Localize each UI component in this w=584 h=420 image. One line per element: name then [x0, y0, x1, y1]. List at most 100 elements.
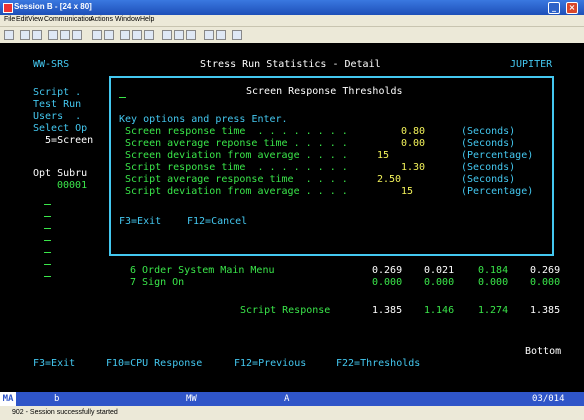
total-value-3: 1.274 — [478, 305, 509, 316]
field-value-script-avg[interactable]: 2.50 — [377, 174, 401, 186]
menu-actions[interactable]: Actions — [90, 16, 113, 23]
field-label-screen-response: Screen response time . . . . . . . . — [125, 126, 348, 137]
opt-header: Opt Subru — [33, 168, 88, 179]
field-value-screen-avg[interactable]: 0.00 — [401, 138, 425, 150]
field-unit-screen-deviation: (Percentage) — [461, 150, 534, 161]
status-bar: b MW A 03/014 — [0, 392, 584, 406]
menu-window[interactable]: Window — [115, 16, 140, 23]
field-unit-script-deviation: (Percentage) — [461, 186, 534, 197]
minimize-button[interactable]: _ — [548, 2, 560, 14]
row-value-1-order-system: 0.269 — [372, 265, 403, 276]
toolbar-icon-11[interactable] — [144, 30, 154, 40]
field-value-screen-deviation[interactable]: 15 — [377, 150, 389, 162]
menu-edit[interactable]: Edit — [16, 16, 28, 23]
field-label-script-deviation: Script deviation from average . . . . — [125, 186, 348, 197]
dialog-input-cursor[interactable] — [119, 97, 126, 98]
thresholds-dialog: Screen Response Thresholds Key options a… — [109, 76, 554, 256]
field-value-screen-response[interactable]: 0.80 — [401, 126, 425, 138]
footer-status: 902 - Session successfully started — [0, 406, 584, 420]
menu-communication[interactable]: Communication — [44, 16, 93, 23]
total-value-1: 1.385 — [372, 305, 403, 316]
field-label-script-response: Script response time . . . . . . . . — [125, 162, 348, 173]
field-label-screen-avg: Screen average reponse time . . . . . — [125, 138, 348, 149]
left-label-users: Users . — [33, 111, 82, 122]
footer-message: 902 - Session successfully started — [12, 409, 118, 416]
window-title: Session B - [24 x 80] — [14, 2, 92, 11]
total-value-2: 1.146 — [424, 305, 455, 316]
field-unit-screen-avg: (Seconds) — [461, 138, 516, 149]
left-label-select-op: Select Op — [33, 123, 88, 134]
row-value-2-order-system: 0.021 — [424, 265, 455, 276]
fkey-exit[interactable]: F3=Exit — [33, 358, 75, 370]
status-cursor-position: 03/014 — [532, 394, 565, 404]
option-input-2[interactable] — [44, 216, 51, 217]
toolbar-icon-2[interactable] — [20, 30, 30, 40]
dialog-cancel-key[interactable]: F12=Cancel — [187, 216, 247, 228]
row-value-4-sign-on: 0.000 — [530, 277, 561, 288]
toolbar-icon-5[interactable] — [60, 30, 70, 40]
total-label: Script Response — [240, 305, 331, 316]
opt-value: 00001 — [57, 180, 88, 191]
toolbar — [0, 27, 584, 44]
row-value-2-sign-on: 0.000 — [424, 277, 455, 288]
toolbar-icon-3[interactable] — [32, 30, 42, 40]
field-label-screen-deviation: Screen deviation from average . . . . — [125, 150, 348, 161]
system-id: WW-SRS — [33, 59, 70, 70]
toolbar-icon-9[interactable] — [120, 30, 130, 40]
row-label-order-system: 6 Order System Main Menu — [130, 265, 275, 276]
row-value-3-order-system: 0.184 — [478, 265, 509, 276]
status-session: b — [54, 394, 60, 404]
host-name: JUPITER — [510, 59, 553, 70]
dialog-exit-key[interactable]: F3=Exit — [119, 216, 161, 228]
app-icon — [3, 3, 13, 13]
field-value-script-response[interactable]: 1.30 — [401, 162, 425, 174]
fkey-thresholds[interactable]: F22=Thresholds — [336, 358, 420, 370]
toolbar-icon-8[interactable] — [104, 30, 114, 40]
window-title-bar: Session B - [24 x 80] _ × — [0, 0, 584, 15]
toolbar-icon-4[interactable] — [48, 30, 58, 40]
fkey-previous[interactable]: F12=Previous — [234, 358, 306, 370]
row-value-4-order-system: 0.269 — [530, 265, 561, 276]
option-input-4[interactable] — [44, 240, 51, 241]
field-unit-script-response: (Seconds) — [461, 162, 516, 173]
close-button[interactable]: × — [566, 2, 578, 14]
option-input-1[interactable] — [44, 204, 51, 205]
fkey-cpu-response[interactable]: F10=CPU Response — [106, 358, 202, 370]
menu-help[interactable]: Help — [140, 16, 154, 23]
bottom-marker: Bottom — [525, 346, 562, 357]
dialog-instruction: Key options and press Enter. — [119, 114, 288, 125]
toolbar-icon-13[interactable] — [174, 30, 184, 40]
menu-file[interactable]: File — [4, 16, 15, 23]
toolbar-icon-7[interactable] — [92, 30, 102, 40]
toolbar-icon-14[interactable] — [186, 30, 196, 40]
left-label-screen-option: 5=Screen — [33, 135, 94, 146]
menu-view[interactable]: View — [28, 16, 43, 23]
option-input-5[interactable] — [44, 252, 51, 253]
field-label-script-avg: Script average response time . . . . — [125, 174, 348, 185]
screen-title: Stress Run Statistics - Detail — [200, 59, 381, 70]
toolbar-icon-10[interactable] — [132, 30, 142, 40]
status-a: A — [284, 394, 290, 404]
terminal-screen[interactable]: WW-SRS Stress Run Statistics - Detail JU… — [0, 43, 584, 392]
toolbar-icon-6[interactable] — [72, 30, 82, 40]
option-input-3[interactable] — [44, 228, 51, 229]
toolbar-icon-1[interactable] — [4, 30, 14, 40]
option-input-7[interactable] — [44, 276, 51, 277]
field-value-script-deviation[interactable]: 15 — [401, 186, 413, 198]
option-input-6[interactable] — [44, 264, 51, 265]
field-unit-script-avg: (Seconds) — [461, 174, 516, 185]
left-label-script: Script . — [33, 87, 82, 98]
total-value-4: 1.385 — [530, 305, 561, 316]
toolbar-icon-17[interactable] — [232, 30, 242, 40]
toolbar-icon-16[interactable] — [216, 30, 226, 40]
dialog-title: Screen Response Thresholds — [246, 86, 403, 97]
toolbar-icon-15[interactable] — [204, 30, 214, 40]
row-value-3-sign-on: 0.000 — [478, 277, 509, 288]
row-value-1-sign-on: 0.000 — [372, 277, 403, 288]
field-unit-screen-response: (Seconds) — [461, 126, 516, 137]
toolbar-icon-12[interactable] — [162, 30, 172, 40]
row-label-sign-on: 7 Sign On — [130, 277, 185, 288]
status-mw: MW — [186, 394, 197, 404]
left-label-test-run: Test Run — [33, 99, 82, 110]
status-ma: MA — [0, 392, 16, 406]
